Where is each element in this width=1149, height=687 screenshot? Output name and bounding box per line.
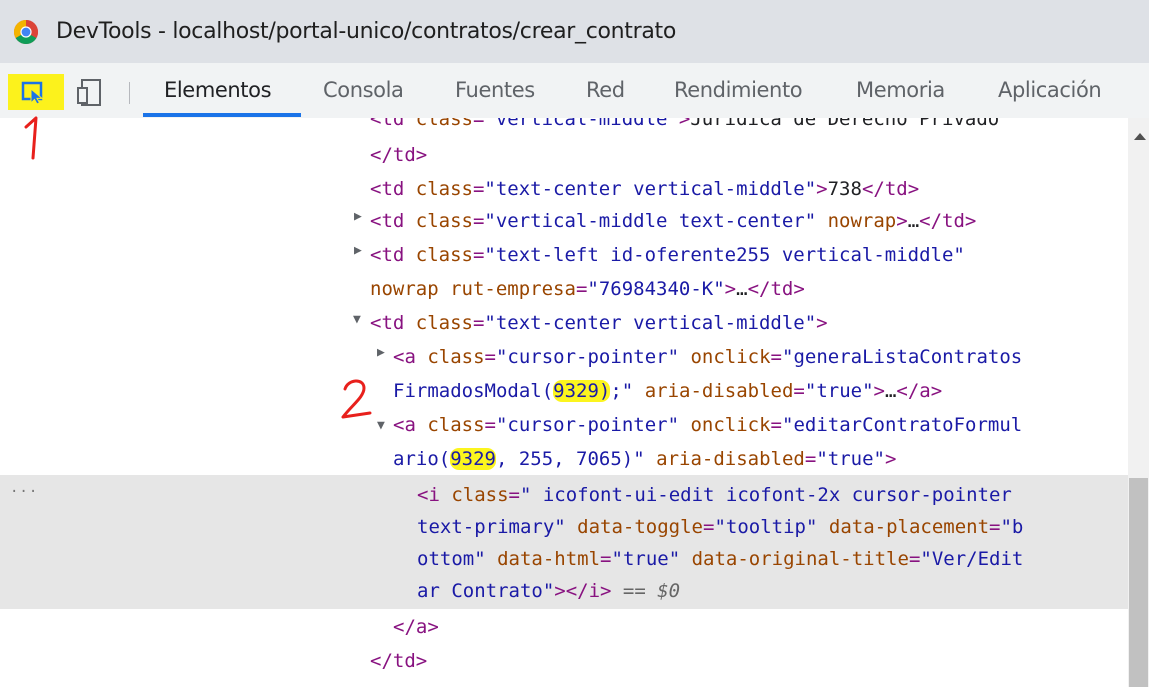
- collapse-triangle-icon[interactable]: ▼: [377, 418, 385, 433]
- tree-line-0[interactable]: <td class="vertical-middle">Jurídica de …: [370, 118, 999, 136]
- tab-fuentes[interactable]: Fuentes: [455, 78, 535, 102]
- tree-line-9[interactable]: <a class="cursor-pointer" onclick="edita…: [393, 408, 1022, 442]
- expand-triangle-icon[interactable]: ▶: [354, 243, 362, 258]
- expand-triangle-icon[interactable]: ▶: [377, 345, 385, 360]
- active-tab-indicator: [143, 113, 301, 117]
- tree-line-12[interactable]: text-primary" data-toggle="tooltip" data…: [417, 510, 1023, 544]
- select-element-button[interactable]: [8, 74, 64, 110]
- scroll-up-arrow-icon[interactable]: [1134, 133, 1146, 140]
- toolbar-divider: [129, 82, 130, 104]
- elements-tree: <td class="vertical-middle">Jurídica de …: [0, 118, 1128, 687]
- annotation-number-1: [24, 116, 38, 160]
- tree-line-14[interactable]: ar Contrato"></i> == $0: [417, 574, 680, 608]
- highlighted-id: 9329): [553, 380, 611, 402]
- tab-elementos[interactable]: Elementos: [164, 78, 272, 102]
- tree-line-2[interactable]: <td class="text-center vertical-middle">…: [370, 172, 919, 206]
- tree-line-10[interactable]: ario(9329, 255, 7065)" aria-disabled="tr…: [393, 442, 896, 476]
- tree-line-16[interactable]: </td>: [370, 644, 427, 678]
- tree-line-6[interactable]: <td class="text-center vertical-middle">: [370, 306, 828, 340]
- annotation-number-2: [341, 379, 372, 419]
- tree-line-15[interactable]: </a>: [393, 610, 439, 644]
- tree-line-4[interactable]: <td class="text-left id-oferente255 vert…: [370, 238, 965, 272]
- select-element-icon: [21, 81, 44, 104]
- tree-line-13[interactable]: ottom" data-html="true" data-original-ti…: [417, 542, 1023, 576]
- collapse-triangle-icon[interactable]: ▼: [353, 312, 361, 327]
- device-toggle-icon: [77, 79, 101, 106]
- more-actions-dots[interactable]: ...: [10, 480, 38, 496]
- tab-red[interactable]: Red: [586, 78, 625, 102]
- tree-line-3[interactable]: <td class="vertical-middle text-center" …: [370, 204, 976, 238]
- tab-rendimiento[interactable]: Rendimiento: [674, 78, 803, 102]
- tree-line-11[interactable]: <i class=" icofont-ui-edit icofont-2x cu…: [417, 478, 1012, 512]
- tab-aplicacion[interactable]: Aplicación: [998, 78, 1102, 102]
- scrollbar-thumb[interactable]: [1129, 478, 1148, 687]
- tab-memoria[interactable]: Memoria: [856, 78, 945, 102]
- chrome-logo-icon: [14, 20, 38, 44]
- vertical-scrollbar[interactable]: [1128, 118, 1149, 687]
- expand-triangle-icon[interactable]: ▶: [354, 209, 362, 224]
- tab-consola[interactable]: Consola: [323, 78, 404, 102]
- tree-line-8[interactable]: FirmadosModal(9329);" aria-disabled="tru…: [393, 374, 942, 408]
- device-toggle-button[interactable]: [74, 75, 108, 109]
- tree-line-1[interactable]: </td>: [370, 138, 427, 172]
- window-title: DevTools - localhost/portal-unico/contra…: [56, 19, 677, 44]
- devtools-toolbar: Elementos Consola Fuentes Red Rendimient…: [0, 63, 1149, 119]
- highlighted-id: 9329: [450, 448, 496, 470]
- tree-line-5[interactable]: nowrap rut-empresa="76984340-K">…</td>: [370, 272, 805, 306]
- title-bar: DevTools - localhost/portal-unico/contra…: [0, 0, 1149, 63]
- tree-line-7[interactable]: <a class="cursor-pointer" onclick="gener…: [393, 340, 1022, 374]
